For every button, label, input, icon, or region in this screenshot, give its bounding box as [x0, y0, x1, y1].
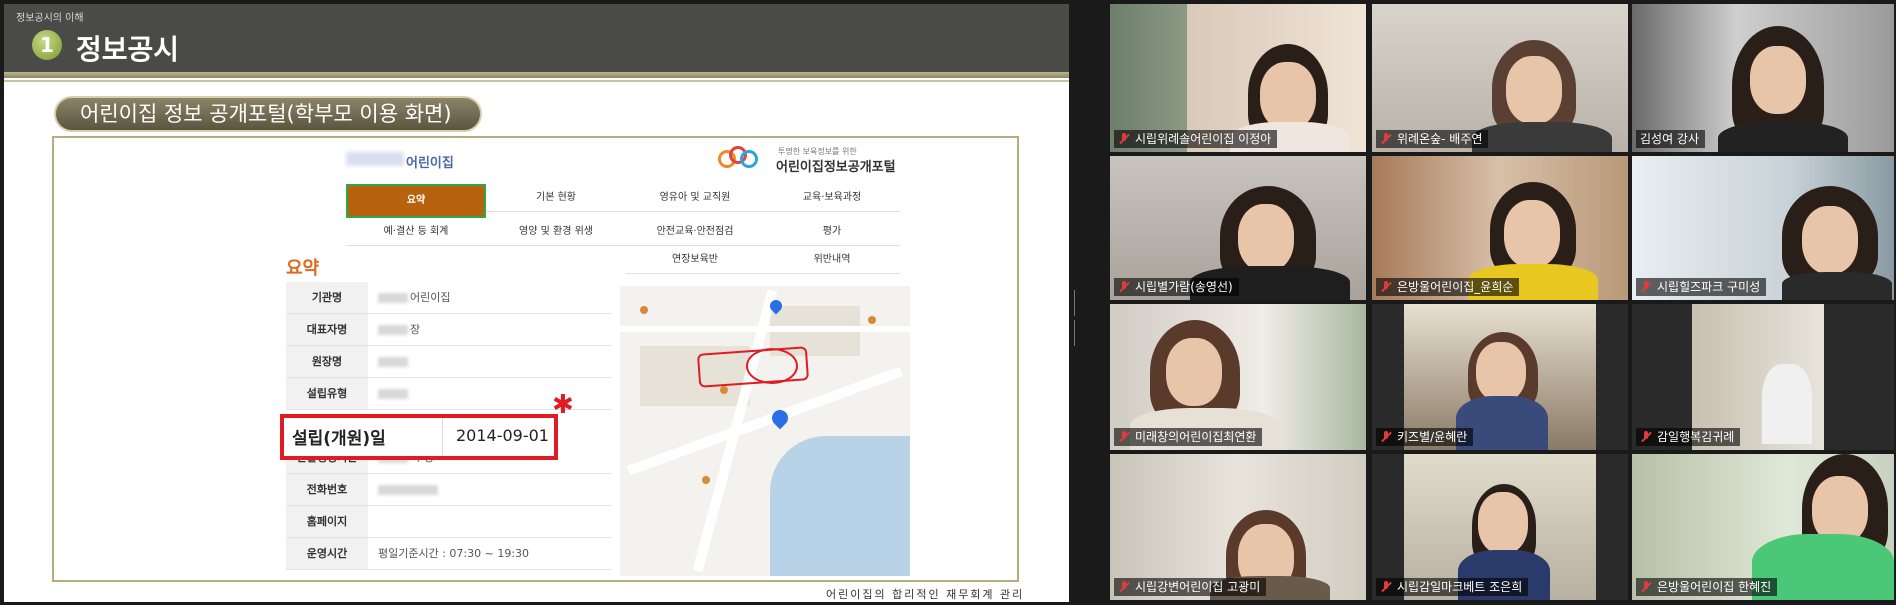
shared-screen-slide: 정보공시의 이해 1 정보공시 어린이집 정보 공개포털(학부모 이용 화면) …	[4, 4, 1069, 602]
portal-screenshot-frame: 어린이집 투명한 보육정보를 위한 어린이집정보공개포털 요약 기본 현황 영유…	[52, 136, 1019, 582]
red-star-annotation-icon: ✱	[552, 390, 574, 420]
video-tile[interactable]: 키즈별/윤혜란	[1372, 304, 1628, 450]
muted-mic-icon	[1640, 431, 1652, 443]
summary-heading: 요약	[286, 258, 320, 279]
participant-nameplate: 은방울어린이집 한혜진	[1636, 578, 1778, 596]
muted-mic-icon	[1118, 431, 1130, 443]
slide-header-rule-thin	[4, 80, 1069, 82]
zoom-meeting-window: 정보공시의 이해 1 정보공시 어린이집 정보 공개포털(학부모 이용 화면) …	[0, 0, 1896, 605]
participant-nameplate: 시립힐즈파크 구미성	[1636, 278, 1767, 296]
participant-nameplate: 시립강변어린이집 고광미	[1114, 578, 1267, 596]
panel-resize-handle[interactable]	[1074, 290, 1078, 346]
info-label: 설립유형	[286, 378, 368, 409]
slide-breadcrumb: 정보공시의 이해	[16, 13, 84, 24]
red-annotation-circle	[746, 348, 798, 384]
video-tile[interactable]: 시립힐즈파크 구미성	[1632, 156, 1894, 300]
video-tile[interactable]: 미래창의어린이집최연환	[1110, 304, 1366, 450]
muted-mic-icon	[1118, 581, 1130, 593]
muted-mic-icon	[1380, 133, 1392, 145]
info-label: 운영시간	[286, 538, 368, 569]
callout-label: 설립(개원)일	[292, 429, 386, 449]
tab-violations[interactable]: 위반내역	[764, 246, 900, 274]
muted-mic-icon	[1380, 431, 1392, 443]
founding-date-callout: 설립(개원)일 2014-09-01	[280, 414, 558, 460]
tab-basic-status[interactable]: 기본 현황	[486, 184, 626, 212]
slide-number-badge: 1	[32, 30, 62, 60]
muted-mic-icon	[1380, 281, 1392, 293]
info-value	[378, 474, 440, 505]
info-value: 어린이집	[378, 282, 450, 313]
video-tile[interactable]: 위례온숲- 배주연	[1372, 4, 1628, 152]
participant-nameplate: 미래창의어린이집최연환	[1114, 428, 1263, 446]
muted-mic-icon	[1380, 581, 1392, 593]
muted-mic-icon	[1640, 581, 1652, 593]
muted-mic-icon	[1118, 133, 1130, 145]
video-tile[interactable]: 시립강변어린이집 고광미	[1110, 454, 1366, 600]
slide-title: 정보공시	[76, 33, 180, 66]
participant-nameplate: 시립별가람(송영선)	[1114, 278, 1239, 296]
participant-nameplate: 시립위례솔어린이집 이정아	[1114, 130, 1278, 148]
slide-header: 정보공시의 이해 1 정보공시	[4, 4, 1069, 72]
slide-footer: 어린이집의 합리적인 재무회계 관리	[826, 588, 1025, 601]
tab-curriculum[interactable]: 교육·보육과정	[764, 184, 900, 212]
info-row-homepage: 홈페이지	[286, 506, 612, 538]
tab-summary[interactable]: 요약	[346, 184, 486, 218]
portal-logo-title: 어린이집정보공개포털	[776, 160, 896, 175]
tab-budget[interactable]: 예·결산 등 회계	[346, 218, 486, 246]
tab-nutrition-hygiene[interactable]: 영양 및 환경 위생	[486, 218, 626, 246]
info-value	[378, 378, 410, 409]
callout-value: 2014-09-01	[456, 426, 549, 445]
portal-logo-icon	[718, 146, 758, 170]
participant-nameplate: 위례온숲- 배주연	[1376, 130, 1489, 148]
section-label: 어린이집 정보 공개포털(학부모 이용 화면)	[54, 96, 482, 132]
muted-mic-icon	[1118, 281, 1130, 293]
muted-mic-icon	[1640, 281, 1652, 293]
tab-extended-care[interactable]: 연장보육반	[626, 246, 764, 274]
daycare-name: 어린이집	[406, 156, 454, 171]
slide-header-rule	[4, 72, 1069, 78]
info-label: 홈페이지	[286, 506, 368, 537]
info-value	[378, 346, 410, 377]
tab-evaluation[interactable]: 평가	[764, 218, 900, 246]
info-label: 기관명	[286, 282, 368, 313]
participant-nameplate: 은방울어린이집_윤희순	[1376, 278, 1520, 296]
video-tile[interactable]: 시립별가람(송영선)	[1110, 156, 1366, 300]
video-tile[interactable]: 시립위례솔어린이집 이정아	[1110, 4, 1366, 152]
video-tile[interactable]: 감일행복김귀례	[1632, 304, 1894, 450]
info-value: 장	[378, 314, 420, 345]
daycare-name-blur	[346, 152, 404, 166]
info-value: 평일기준시간 : 07:30 ~ 19:30	[378, 547, 530, 560]
info-row-director: 원장명	[286, 346, 612, 378]
participant-nameplate: 감일행복김귀례	[1636, 428, 1741, 446]
video-tile[interactable]: 시립감일마크베트 조은희	[1372, 454, 1628, 600]
info-row-phone: 전화번호	[286, 474, 612, 506]
participant-nameplate: 키즈별/윤혜란	[1376, 428, 1474, 446]
info-label: 원장명	[286, 346, 368, 377]
location-map[interactable]	[620, 286, 910, 576]
video-tile[interactable]: 은방울어린이집 한혜진	[1632, 454, 1894, 600]
info-row-institution: 기관명 어린이집	[286, 282, 612, 314]
info-row-hours: 운영시간 평일기준시간 : 07:30 ~ 19:30	[286, 538, 612, 570]
tab-safety[interactable]: 안전교육·안전점검	[626, 218, 764, 246]
tab-children-staff[interactable]: 영유아 및 교직원	[626, 184, 764, 212]
info-label: 대표자명	[286, 314, 368, 345]
video-tile[interactable]: 은방울어린이집_윤희순	[1372, 156, 1628, 300]
participant-nameplate: 시립감일마크베트 조은희	[1376, 578, 1529, 596]
video-tile-active-speaker[interactable]: 김성여 강사	[1632, 4, 1894, 152]
info-label: 전화번호	[286, 474, 368, 505]
participant-nameplate: 김성여 강사	[1636, 130, 1706, 148]
info-row-representative: 대표자명 장	[286, 314, 612, 346]
